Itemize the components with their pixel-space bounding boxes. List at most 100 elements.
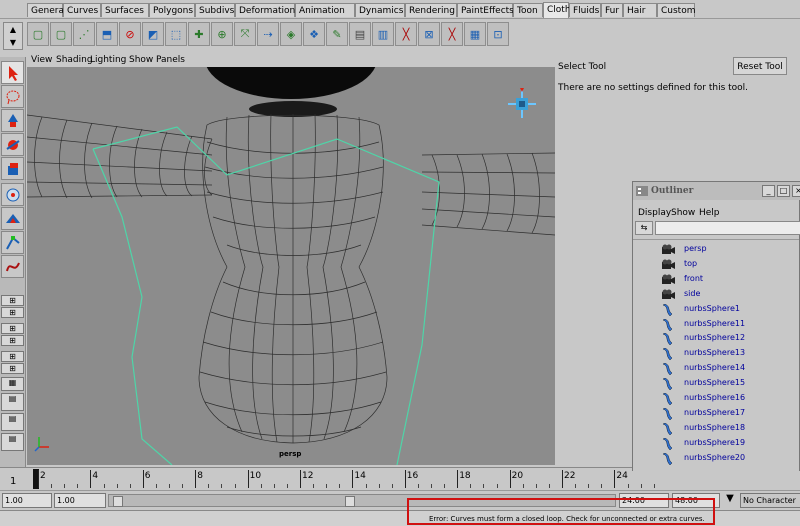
menu-shading[interactable]: Shading bbox=[56, 55, 93, 65]
add-constraint-icon[interactable]: ✚ bbox=[188, 22, 210, 46]
outliner-item[interactable]: nurbsSphere12 bbox=[633, 331, 799, 346]
outliner-menu-show[interactable]: Show bbox=[671, 208, 695, 218]
hypershade-layout-icon[interactable]: ⊞ bbox=[1, 363, 24, 374]
transform-constraint-icon[interactable]: ⇢ bbox=[257, 22, 279, 46]
tab-painteffects[interactable]: PaintEffects bbox=[457, 3, 514, 17]
outliner-menu-display[interactable]: Display bbox=[638, 208, 671, 218]
character-set-dropdown-icon[interactable]: ▼ bbox=[723, 493, 737, 508]
remove-icon[interactable]: ⊠ bbox=[418, 22, 440, 46]
seam-icon[interactable]: ⋰ bbox=[73, 22, 95, 46]
tab-hair[interactable]: Hair bbox=[623, 3, 657, 17]
character-set-field[interactable]: No Character Se bbox=[740, 493, 800, 518]
uncollide-icon[interactable]: ╳ bbox=[441, 22, 463, 46]
tab-animation[interactable]: Animation bbox=[295, 3, 355, 17]
select-tool-icon[interactable] bbox=[1, 61, 24, 84]
outliner-item[interactable]: nurbsSphere18 bbox=[633, 421, 799, 436]
layout-preset-icon[interactable]: ▦ bbox=[1, 377, 24, 391]
range-start-handle[interactable] bbox=[113, 496, 123, 507]
single-pane-layout-icon[interactable]: ⊞ bbox=[1, 295, 24, 306]
move-tool-icon[interactable] bbox=[1, 109, 24, 132]
outliner-item[interactable]: side bbox=[633, 287, 799, 302]
fabric-icon[interactable]: ▦ bbox=[464, 22, 486, 46]
tab-dynamics[interactable]: Dynamics bbox=[355, 3, 405, 17]
tab-fur[interactable]: Fur bbox=[601, 3, 623, 17]
tab-general[interactable]: General bbox=[27, 3, 66, 17]
soft-mod-tool-icon[interactable] bbox=[1, 207, 24, 230]
timeline-minor-tick bbox=[417, 484, 419, 488]
render-layout-icon[interactable]: ▤ bbox=[1, 393, 24, 411]
create-cloth-icon[interactable]: ▢ bbox=[27, 22, 49, 46]
playback-start-field[interactable]: 1.00 bbox=[54, 493, 106, 508]
menu-panels[interactable]: Panels bbox=[156, 55, 185, 65]
outliner-item[interactable]: nurbsSphere1 bbox=[633, 302, 799, 317]
outliner-item[interactable]: nurbsSphere15 bbox=[633, 376, 799, 391]
outliner-filter[interactable]: ⇆ bbox=[635, 221, 800, 235]
perspective-viewport[interactable]: persp bbox=[27, 67, 555, 465]
outliner-item[interactable]: nurbsSphere17 bbox=[633, 406, 799, 421]
rotate-tool-icon[interactable] bbox=[1, 133, 24, 156]
outliner-item[interactable]: nurbsSphere11 bbox=[633, 317, 799, 332]
cloth-props-icon[interactable]: ◩ bbox=[142, 22, 164, 46]
paint-icon[interactable]: ✎ bbox=[326, 22, 348, 46]
time-slider[interactable]: 1 2 4 6 8 10 12 14 16 18 20 22 24 bbox=[0, 467, 655, 491]
cloth-cache-icon[interactable]: ▤ bbox=[349, 22, 371, 46]
outliner-item[interactable]: nurbsSphere19 bbox=[633, 436, 799, 451]
outliner-item[interactable]: nurbsSphere14 bbox=[633, 361, 799, 376]
menu-lighting[interactable]: Lighting bbox=[90, 55, 126, 65]
script-editor-layout-icon[interactable]: ▤ bbox=[1, 433, 24, 451]
curve-tool-icon[interactable] bbox=[1, 255, 24, 278]
tab-subdivs[interactable]: Subdivs bbox=[195, 3, 235, 17]
two-pane-layout-icon[interactable]: ⊞ bbox=[1, 323, 24, 334]
cloth-panel-icon[interactable]: ▢ bbox=[50, 22, 72, 46]
tab-deformation[interactable]: Deformation bbox=[235, 3, 295, 17]
collide-icon[interactable]: ╳ bbox=[395, 22, 417, 46]
tab-surfaces[interactable]: Surfaces bbox=[101, 3, 149, 17]
tab-rendering[interactable]: Rendering bbox=[405, 3, 457, 17]
scale-tool-icon[interactable] bbox=[1, 157, 24, 180]
reset-tool-button[interactable]: Reset Tool bbox=[733, 57, 787, 75]
outliner-item[interactable]: persp bbox=[633, 242, 799, 257]
cv-curve-tool-icon[interactable] bbox=[1, 231, 24, 254]
manipulator-tool-icon[interactable] bbox=[1, 183, 24, 206]
outliner-filter-input[interactable] bbox=[655, 221, 800, 235]
collision-icon[interactable]: ⬚ bbox=[165, 22, 187, 46]
outliner-item[interactable]: top bbox=[633, 257, 799, 272]
tab-polygons[interactable]: Polygons bbox=[149, 3, 195, 17]
menu-show[interactable]: Show bbox=[129, 55, 153, 65]
tab-custom[interactable]: Custom bbox=[657, 3, 695, 17]
cloth-simulate-icon[interactable]: ⬒ bbox=[96, 22, 118, 46]
lasso-tool-icon[interactable] bbox=[1, 85, 24, 108]
outliner-item[interactable]: nurbsSphere16 bbox=[633, 391, 799, 406]
pin-icon[interactable]: ⊕ bbox=[211, 22, 233, 46]
four-pane-layout-icon[interactable]: ⊞ bbox=[1, 307, 24, 318]
range-end-handle[interactable] bbox=[345, 496, 355, 507]
menu-view[interactable]: View bbox=[31, 55, 52, 65]
save-cache-icon[interactable]: ▥ bbox=[372, 22, 394, 46]
start-time-field[interactable]: 1.00 bbox=[2, 493, 52, 508]
camera-icon bbox=[661, 274, 675, 286]
filter-arrows-icon[interactable]: ⇆ bbox=[635, 221, 653, 235]
persp-outliner-layout-icon[interactable]: ⊞ bbox=[1, 335, 24, 346]
timeline-minor-tick bbox=[182, 484, 184, 488]
stitch-icon[interactable]: ⊡ bbox=[487, 22, 509, 46]
shelf-menu-button[interactable]: ▲ ▼ bbox=[3, 22, 23, 50]
tab-toon[interactable]: Toon bbox=[513, 3, 543, 17]
tab-cloth[interactable]: Cloth bbox=[543, 2, 571, 18]
tab-fluids[interactable]: Fluids bbox=[569, 3, 601, 17]
outliner-item[interactable]: front bbox=[633, 272, 799, 287]
nurbs-surface-icon bbox=[661, 318, 673, 331]
outliner-item[interactable]: nurbsSphere13 bbox=[633, 346, 799, 361]
graph-editor-layout-icon[interactable]: ▤ bbox=[1, 413, 24, 431]
solver-icon[interactable]: ❖ bbox=[303, 22, 325, 46]
minimize-button[interactable]: _ bbox=[762, 185, 775, 197]
close-button[interactable]: × bbox=[792, 185, 800, 197]
outliner-menu-help[interactable]: Help bbox=[699, 208, 720, 218]
outliner-item[interactable]: nurbsSphere20 bbox=[633, 451, 799, 466]
outliner-titlebar[interactable]: Outliner _ □ × bbox=[633, 182, 800, 200]
mesh-constraint-icon[interactable]: ◈ bbox=[280, 22, 302, 46]
field-icon[interactable]: ⤧ bbox=[234, 22, 256, 46]
maximize-button[interactable]: □ bbox=[777, 185, 790, 197]
delete-cache-icon[interactable]: ⊘ bbox=[119, 22, 141, 46]
tab-curves[interactable]: Curves bbox=[63, 3, 101, 17]
persp-graph-layout-icon[interactable]: ⊞ bbox=[1, 351, 24, 362]
